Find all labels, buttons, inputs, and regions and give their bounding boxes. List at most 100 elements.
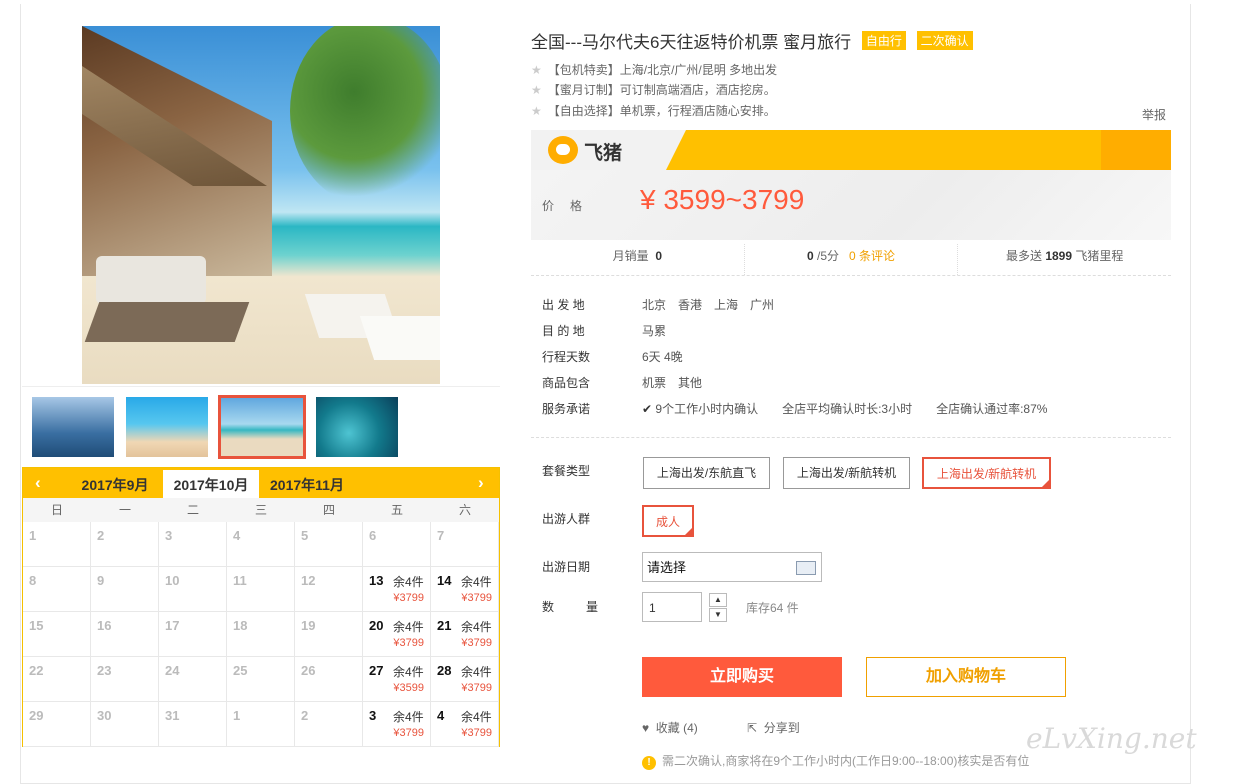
calendar-day-number: 15 [29,618,44,633]
calendar-day-available[interactable]: 28 余4件 ¥3799 [431,657,499,702]
calendar-day-price: ¥3599 [393,682,424,694]
package-option-selected[interactable]: 上海出发/新航转机 [922,457,1051,489]
group-option-selected[interactable]: 成人 [642,505,694,537]
decrement-button[interactable]: ▼ [709,608,727,622]
calendar-day: 19 [295,612,363,657]
feature-line: ★ 【包机特卖】上海/北京/广州/昆明 多地出发 [531,61,777,78]
calendar-day-number: 9 [97,573,105,588]
weekday-label: 四 [322,503,335,517]
daybed-shape [96,256,206,304]
calendar-day: 22 [23,657,91,702]
group-label: 出游人群 [542,512,591,526]
brand-bar [531,130,1171,170]
calendar-month-tab[interactable]: 2017年9月 [67,470,163,498]
thumbnail-image-selected[interactable] [218,395,306,459]
package-option[interactable]: 上海出发/东航直飞 [643,457,770,489]
thumbnail-image[interactable] [126,397,208,457]
price-value: ¥ 3599~3799 [640,184,805,215]
calendar-day: 2 [91,522,159,567]
thumbnail-image[interactable] [32,397,114,457]
calendar-month-tab[interactable]: 2017年11月 [259,470,355,498]
price-calendar: ‹ 2017年9月 2017年10月 2017年11月 › 日一二三四五六 12… [22,467,500,747]
divider [531,437,1171,438]
feature-text: 【包机特卖】上海/北京/广州/昆明 多地出发 [547,63,778,77]
calendar-day-number: 6 [369,528,377,543]
main-product-image [82,26,440,384]
calendar-day-number: 14 [437,573,452,588]
feature-line: ★ 【蜜月订制】可订制高端酒店，酒店挖房。 [531,81,776,98]
calendar-day-available[interactable]: 21 余4件 ¥3799 [431,612,499,657]
calendar-icon[interactable] [796,561,816,575]
product-title: 全国---马尔代夫6天往返特价机票 蜜月旅行 自由行 二次确认 [531,28,973,53]
calendar-day: 3 [159,522,227,567]
quantity-input[interactable]: 1 [642,592,702,622]
calendar-day-number: 13 [369,573,384,588]
calendar-day: 24 [159,657,227,702]
chevron-left-icon[interactable]: ‹ [35,473,41,493]
calendar-day-available[interactable]: 4 余4件 ¥3799 [431,702,499,747]
stock-text: 库存64 件 [746,601,799,615]
calendar-day-number: 26 [301,663,316,678]
calendar-day-number: 5 [301,528,309,543]
calendar-day: 2 [295,702,363,747]
feature-line: ★ 【自由选择】单机票，行程酒店随心安排。 [531,102,776,119]
calendar-day: 9 [91,567,159,612]
calendar-day: 16 [91,612,159,657]
calendar-day-stock: 余4件 [461,665,492,679]
calendar-grid: 1 2 3 4 5 6 7 8 9 10 11 12 13 余4件 ¥3799 14 余4件 ¥3799 15 16 1… [23,522,499,747]
calendar-day: 5 [295,522,363,567]
calendar-day-available[interactable]: 14 余4件 ¥3799 [431,567,499,612]
review-link[interactable]: 0 条评论 [849,249,895,263]
share-button[interactable]: ⇱ 分享到 [747,719,800,736]
lounge-chair-shape [359,316,440,360]
info-value: ✔ 9个工作小时内确认 全店平均确认时长:3小时 全店确认通过率:87% [642,402,1048,416]
heart-icon: ♥ [642,721,650,735]
calendar-day: 31 [159,702,227,747]
buy-now-button[interactable]: 立即购买 [642,657,842,697]
calendar-day-number: 30 [97,708,112,723]
thumbnail-image[interactable] [316,397,398,457]
calendar-month-tab-active[interactable]: 2017年10月 [163,470,259,498]
calendar-day-price: ¥3799 [461,682,492,694]
calendar-day-available[interactable]: 20 余4件 ¥3799 [363,612,431,657]
calendar-day: 6 [363,522,431,567]
weekday-label: 二 [186,503,199,517]
calendar-day: 12 [295,567,363,612]
info-value: 6天 4晚 [642,350,683,364]
add-to-cart-button[interactable]: 加入购物车 [866,657,1066,697]
calendar-day-number: 8 [29,573,37,588]
travel-date-input[interactable]: 请选择 [642,552,822,582]
calendar-day-stock: 余4件 [393,710,424,724]
pig-logo-icon [548,136,578,164]
calendar-day: 11 [227,567,295,612]
calendar-day-available[interactable]: 3 余4件 ¥3799 [363,702,431,747]
calendar-day: 8 [23,567,91,612]
calendar-day-number: 29 [29,708,44,723]
calendar-day-available[interactable]: 13 余4件 ¥3799 [363,567,431,612]
calendar-day-stock: 余4件 [461,620,492,634]
report-link[interactable]: 举报 [1142,106,1166,123]
calendar-day-number: 31 [165,708,180,723]
calendar-day: 1 [227,702,295,747]
calendar-header: ‹ 2017年9月 2017年10月 2017年11月 › [23,468,499,498]
calendar-day-number: 20 [369,618,384,633]
calendar-day: 17 [159,612,227,657]
favorite-button[interactable]: ♥ 收藏 (4) [642,719,698,736]
calendar-day-available[interactable]: 27 余4件 ¥3599 [363,657,431,702]
calendar-day-number: 21 [437,618,452,633]
share-icon: ⇱ [747,721,758,735]
calendar-day-number: 11 [233,573,247,588]
tag-badge: 自由行 [861,31,906,50]
star-icon: ★ [531,63,542,77]
mileage: 最多送 1899 飞猪里程 [1005,249,1124,263]
calendar-day-number: 2 [97,528,105,543]
chevron-right-icon[interactable]: › [478,473,484,493]
brand-bar-stripe [666,130,1171,170]
stats-row: 月销量 0 0 /5分 0 条评论 最多送 1899 飞猪里程 [531,244,1171,276]
calendar-day: 1 [23,522,91,567]
warning-icon: ! [642,756,656,770]
increment-button[interactable]: ▲ [709,593,727,607]
calendar-day: 30 [91,702,159,747]
package-option[interactable]: 上海出发/新航转机 [783,457,910,489]
weekday-label: 三 [254,503,267,517]
